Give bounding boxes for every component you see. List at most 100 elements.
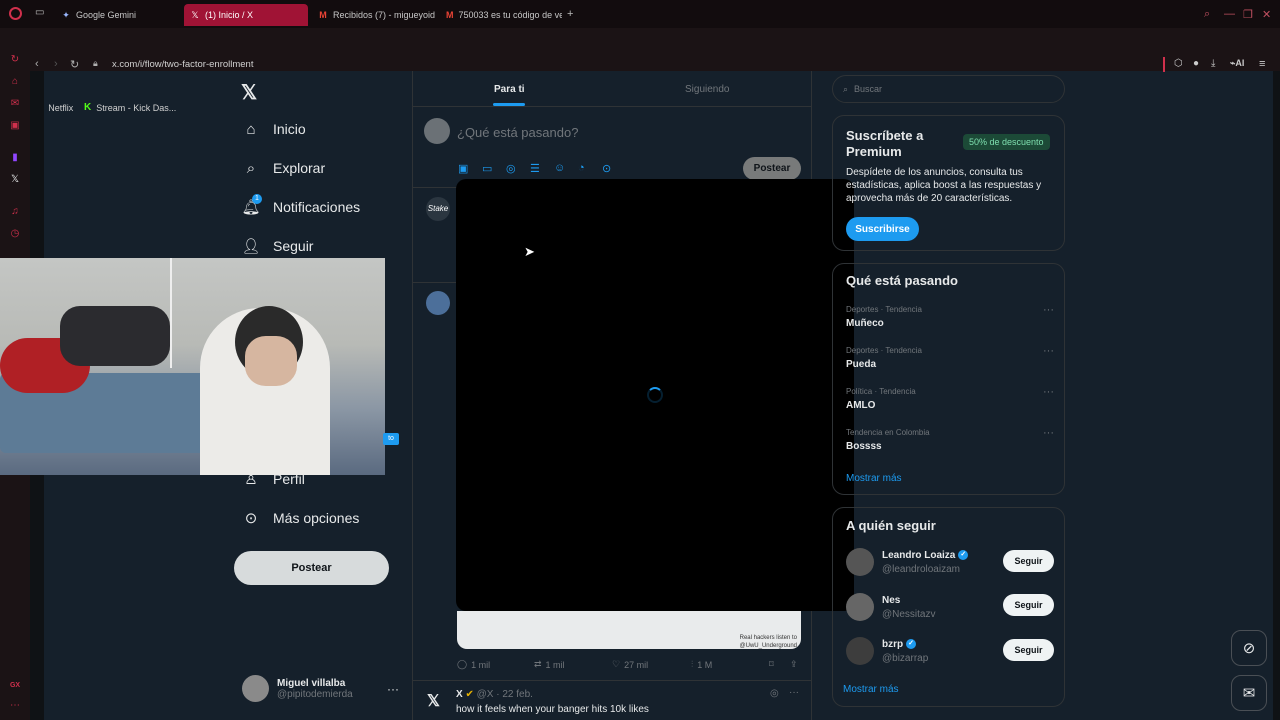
history-icon[interactable]: ◷ xyxy=(9,228,21,240)
trend-more-icon[interactable]: ··· xyxy=(1043,304,1054,316)
tab-following[interactable]: Siguiendo xyxy=(685,84,729,95)
trend-item[interactable]: Deportes · Tendencia Pueda xyxy=(846,346,922,370)
streamer-face xyxy=(245,336,297,386)
tab-for-you[interactable]: Para ti xyxy=(494,84,525,95)
nav-notifications[interactable]: 🔔︎ 1 Notificaciones xyxy=(241,194,360,216)
search-icon: ⌕ xyxy=(246,159,256,177)
avatar xyxy=(846,593,874,621)
gemini-star-icon: ✦ xyxy=(62,9,70,20)
compose-post-button[interactable]: Postear xyxy=(743,157,801,180)
trends-heading: Qué está pasando xyxy=(846,273,958,288)
views-action[interactable]: ⫶ 1 M xyxy=(691,659,712,670)
follow-suggestion[interactable]: Leandro Loaiza ✓ @leandroloaizam xyxy=(846,548,969,576)
grok-icon[interactable]: ⊘ xyxy=(1231,630,1267,666)
gif-icon[interactable]: ▭ xyxy=(482,162,492,175)
stake-avatar[interactable]: Stake xyxy=(426,197,450,221)
close-icon[interactable]: ✕ xyxy=(1262,8,1271,21)
who-to-follow-card: A quién seguir Leandro Loaiza ✓ @leandrol… xyxy=(832,507,1065,707)
discount-badge: 50% de descuento xyxy=(963,134,1050,150)
trends-show-more[interactable]: Mostrar más xyxy=(846,473,902,484)
follow-suggestion[interactable]: bzrp ✓ @bizarrap xyxy=(846,637,928,665)
bookmarks-bar: N Netflix K Stream - Kick Das... xyxy=(0,49,1280,113)
follow-icon: 👤︎ xyxy=(241,238,261,255)
trend-more-icon[interactable]: ··· xyxy=(1043,345,1054,357)
x-logo-icon[interactable]: 𝕏 xyxy=(241,80,257,105)
follow-button[interactable]: Seguir xyxy=(1003,639,1054,661)
media-icon[interactable]: ▣ xyxy=(458,162,468,175)
share-icon[interactable]: ⇪ xyxy=(790,659,798,670)
nav-home[interactable]: ⌂ Inicio xyxy=(242,120,305,138)
workspaces-icon[interactable]: ▭ xyxy=(35,7,44,18)
minimize-icon[interactable]: — xyxy=(1224,8,1235,20)
x-logo-icon[interactable]: 𝕏 xyxy=(427,691,440,711)
opera-logo-icon[interactable] xyxy=(9,7,22,20)
account-menu-icon[interactable]: ··· xyxy=(387,682,399,696)
compose-input[interactable]: ¿Qué está pasando? xyxy=(457,125,578,140)
post-more-icon[interactable]: ··· xyxy=(789,687,799,698)
avatar xyxy=(846,548,874,576)
follow-button[interactable]: Seguir xyxy=(1003,594,1054,616)
timeline-tabs: Para ti Siguiendo xyxy=(413,71,811,107)
cable xyxy=(170,258,172,368)
repost-icon: ⇄ xyxy=(534,659,542,669)
location-icon[interactable]: ⊙ xyxy=(602,162,611,175)
messenger-icon[interactable]: ✉ xyxy=(9,98,21,110)
follow-show-more[interactable]: Mostrar más xyxy=(843,684,899,695)
schedule-icon[interactable]: ◔ xyxy=(578,162,585,174)
search-input[interactable]: ⌕ Buscar xyxy=(832,75,1065,103)
trend-item[interactable]: Política · Tendencia AMLO xyxy=(846,387,916,411)
post-text: how it feels when your banger hits 10k l… xyxy=(456,704,649,715)
subscribe-button[interactable]: Suscribirse xyxy=(846,217,919,241)
tab-gemini[interactable]: ✦ Google Gemini xyxy=(55,4,180,26)
post-author-avatar[interactable] xyxy=(426,291,450,315)
more-icon[interactable]: ⋯ xyxy=(9,700,21,712)
trend-item[interactable]: Deportes · Tendencia Muñeco xyxy=(846,305,922,329)
two-factor-modal[interactable] xyxy=(456,179,854,611)
bell-icon: 🔔︎ 1 xyxy=(241,194,262,216)
emoji-icon[interactable]: ☺ xyxy=(554,162,565,174)
grok-icon[interactable]: ◎ xyxy=(506,162,516,175)
views-icon: ⫶ xyxy=(691,659,694,669)
bookmark-icon[interactable]: ⌑ xyxy=(769,659,774,670)
tab-gmail-inbox[interactable]: M Recibidos (7) - migueyoid xyxy=(312,4,438,26)
tab-bar: ▭ ✦ Google Gemini 𝕏 (1) Inicio / X M Rec… xyxy=(0,0,1280,28)
nav-follow[interactable]: 👤︎ Seguir xyxy=(241,237,313,255)
restore-icon[interactable]: ❐ xyxy=(1243,8,1253,21)
mouse-cursor-icon: ➤ xyxy=(524,244,535,259)
speed-dial-icon[interactable]: ↻ xyxy=(9,54,21,66)
search-icon: ⌕ xyxy=(843,83,849,94)
person-lying xyxy=(60,306,170,366)
premium-chip[interactable]: to xyxy=(383,433,399,445)
bookmark-kick[interactable]: K Stream - Kick Das... xyxy=(84,102,176,113)
twitch-icon[interactable]: ▮ xyxy=(9,152,21,164)
trends-card: Qué está pasando Deportes · Tendencia Mu… xyxy=(832,263,1065,495)
gx-corner-icon[interactable]: ▣ xyxy=(9,120,21,132)
nav-explore[interactable]: ⌕ Explorar xyxy=(242,159,325,177)
like-action[interactable]: ♡ 27 mil xyxy=(612,659,648,670)
repost-action[interactable]: ⇄ 1 mil xyxy=(534,659,565,670)
account-switcher[interactable]: Miguel villalba @pipitodemierda xyxy=(242,675,353,702)
poll-icon[interactable]: ☰ xyxy=(530,162,540,175)
post-header: X ✔ @X · 22 feb. xyxy=(456,689,533,700)
x-sidebar-icon[interactable]: 𝕏 xyxy=(9,174,21,186)
grok-icon[interactable]: ◎ xyxy=(770,688,779,699)
music-icon[interactable]: ♫ xyxy=(9,206,21,218)
messages-icon[interactable]: ✉ xyxy=(1231,675,1267,711)
search-tabs-icon[interactable]: ⌕ xyxy=(1204,8,1210,21)
profile-name: Miguel villalba xyxy=(277,677,346,689)
post-button[interactable]: Postear xyxy=(234,551,389,585)
gx-label[interactable]: GX xyxy=(9,680,21,692)
follow-button[interactable]: Seguir xyxy=(1003,550,1054,572)
trend-more-icon[interactable]: ··· xyxy=(1043,386,1054,398)
trend-item[interactable]: Tendencia en Colombia Bossss xyxy=(846,428,930,452)
nav-more-options[interactable]: ⊙ Más opciones xyxy=(242,509,360,527)
trend-more-icon[interactable]: ··· xyxy=(1043,427,1054,439)
new-tab-icon[interactable]: + xyxy=(567,8,573,20)
tab-gmail-code[interactable]: M 750033 es tu código de ve xyxy=(440,4,562,26)
verified-gold-icon: ✔ xyxy=(465,689,474,700)
follow-suggestion[interactable]: Nes @Nessitazv xyxy=(846,593,936,621)
tab-x-home[interactable]: 𝕏 (1) Inicio / X xyxy=(184,4,308,26)
reply-action[interactable]: ◯ 1 mil xyxy=(457,659,490,670)
shopping-icon[interactable]: ⌂ xyxy=(9,76,21,88)
media-caption: Real hackers listen to @UwU_Underground xyxy=(739,635,797,649)
